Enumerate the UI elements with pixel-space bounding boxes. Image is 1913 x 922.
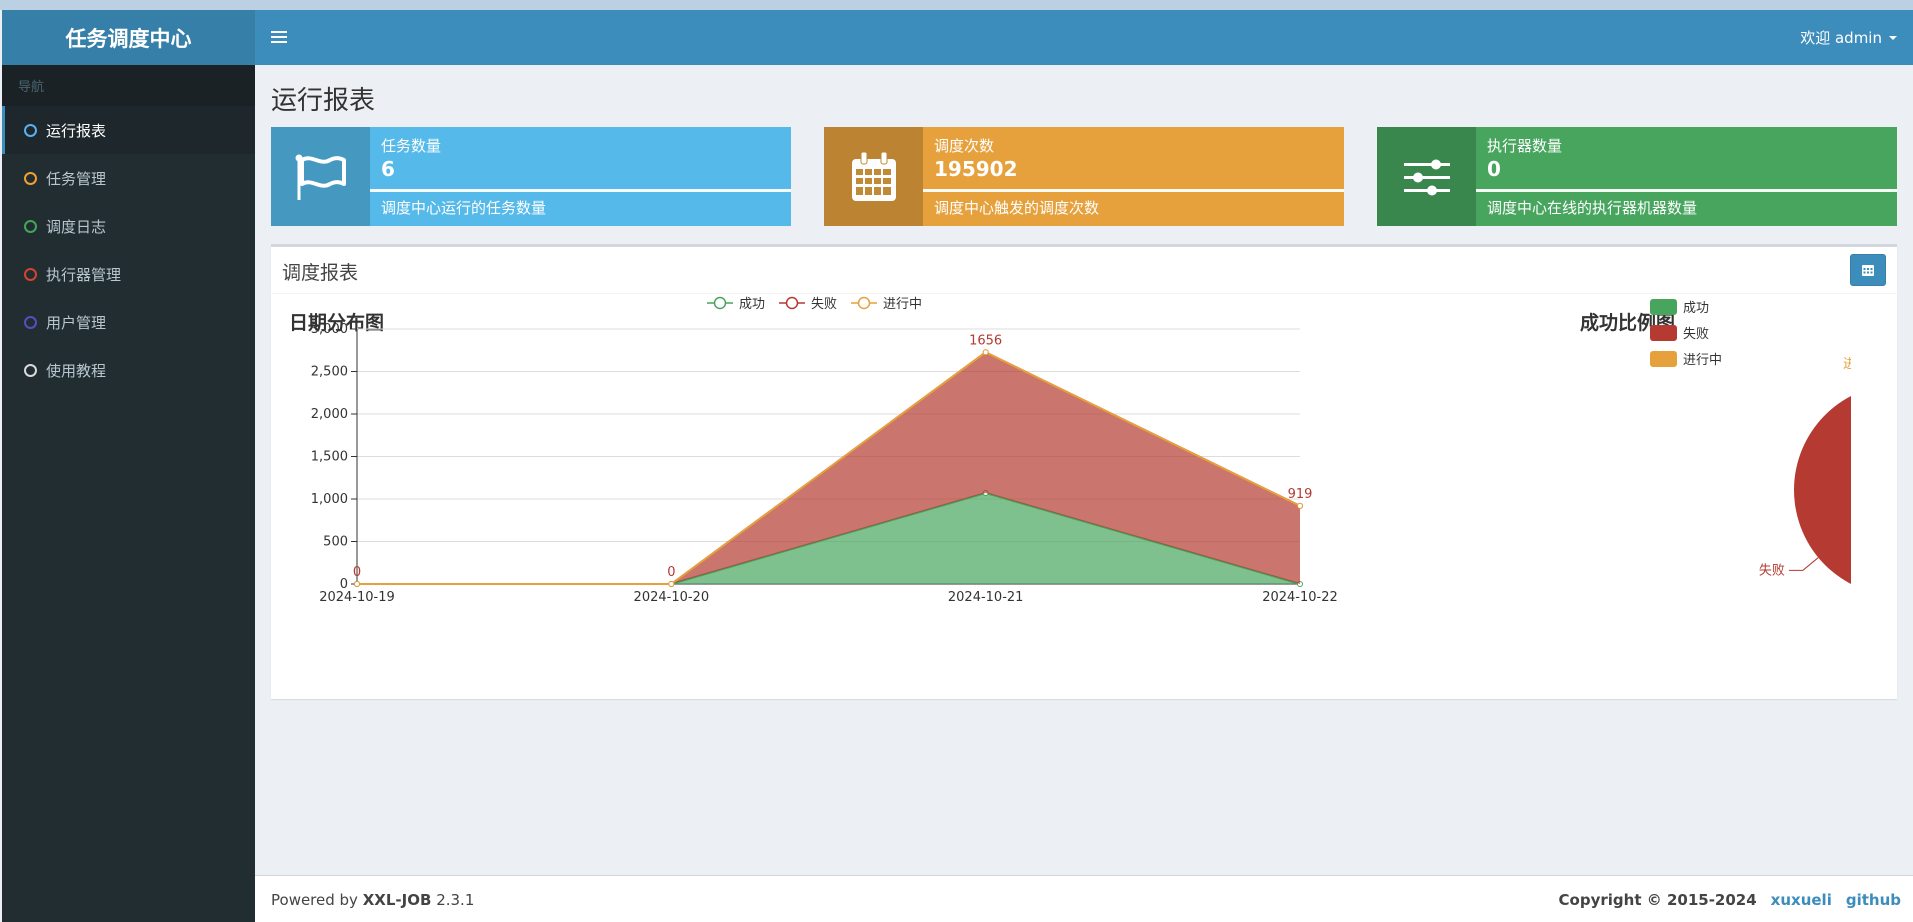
calendar-icon [824,127,923,226]
top-header: 欢迎 admin [255,10,1913,65]
nav-list: 运行报表任务管理调度日志执行器管理用户管理使用教程 [2,106,255,394]
info-desc: 调度中心运行的任务数量 [381,199,547,217]
github-link[interactable]: github [1846,891,1901,909]
data-point [354,581,360,587]
footer-powered: Powered by XXL-JOB 2.3.1 [271,876,474,922]
product-version: 2.3.1 [436,890,475,909]
sidebar-item[interactable]: 执行器管理 [2,250,255,298]
info-box-jobs: 任务数量 6 调度中心运行的任务数量 [271,127,791,226]
pie-label: 进行中 [1843,357,1851,372]
legend-label: 进行中 [883,297,922,312]
data-label: 0 [667,565,675,580]
legend-swatch [1650,299,1677,315]
pie-label: 失败 [1759,563,1785,578]
date-distribution-chart: 0 500 1,000 1,500 2,000 2,500 3,000 2024-10-19 2… [311,296,1338,605]
info-number: 0 [1487,157,1501,181]
data-label: 1656 [969,333,1002,348]
date-range-button[interactable] [1850,254,1886,286]
sidebar-item-label: 运行报表 [46,121,107,140]
sidebar-item-label: 使用教程 [46,361,107,380]
y-tick-label: 500 [323,535,348,550]
footer-copyright: Copyright © 2015-2024 xuxueli github [1559,876,1901,922]
sidebar: 任务调度中心 导航 运行报表任务管理调度日志执行器管理用户管理使用教程 [2,10,255,922]
circle-icon [24,363,37,377]
data-label: 919 [1288,487,1313,502]
progress-bar [370,189,791,192]
data-label: 0 [353,565,361,580]
sidebar-item[interactable]: 使用教程 [2,346,255,394]
app-logo[interactable]: 任务调度中心 [2,10,255,65]
info-label: 任务数量 [381,137,442,155]
circle-icon [24,315,37,329]
sidebar-item-label: 调度日志 [46,217,107,236]
flag-icon [271,127,370,226]
circle-icon [24,171,37,185]
legend-label: 进行中 [1683,353,1722,368]
info-box-triggers: 调度次数 195902 调度中心触发的调度次数 [824,127,1344,226]
sidebar-item[interactable]: 任务管理 [2,154,255,202]
x-tick-label: 2024-10-19 [319,590,395,605]
info-number: 6 [381,157,395,181]
circle-icon [24,219,37,233]
legend-label: 成功 [1683,301,1709,316]
legend-marker [713,296,727,310]
info-desc: 调度中心触发的调度次数 [934,199,1100,217]
sidebar-item-label: 执行器管理 [46,265,122,284]
footer: Powered by XXL-JOB 2.3.1 Copyright © 201… [255,875,1913,922]
pie-leader-line [1788,557,1819,571]
y-tick-label: 2,000 [311,407,348,422]
legend-swatch [1650,325,1677,341]
y-tick-label: 1,000 [311,492,348,507]
info-label: 调度次数 [934,137,995,155]
welcome-text: 欢迎 admin [1800,29,1882,47]
product-name: XXL-JOB [362,890,432,909]
sidebar-item-label: 用户管理 [46,313,107,332]
legend-marker [785,296,799,310]
legend-marker [857,296,871,310]
circle-icon [24,123,37,137]
y-tick-label: 3,000 [311,322,348,337]
sliders-icon [1377,127,1476,226]
page-title: 运行报表 [271,86,376,116]
powered-prefix: Powered by [271,890,358,909]
data-point [982,349,989,356]
success-ratio-chart: 成功失败进行中成功失败进行中 [1650,299,1851,584]
legend-label: 成功 [739,297,765,312]
sidebar-item[interactable]: 调度日志 [2,202,255,250]
circle-icon [24,267,37,281]
info-body: 任务数量 6 调度中心运行的任务数量 [370,127,791,226]
x-tick-label: 2024-10-22 [1262,590,1338,605]
author-link[interactable]: xuxueli [1771,891,1832,909]
legend-swatch [1650,351,1677,367]
report-box: 调度报表 日期分布图 成功比例图 0 500 1,000 1,500 2,000 2,50… [271,244,1897,699]
info-desc: 调度中心在线的执行器机器数量 [1487,199,1698,217]
info-body: 调度次数 195902 调度中心触发的调度次数 [923,127,1344,226]
user-menu[interactable]: 欢迎 admin [1800,10,1897,65]
caret-down-icon [1889,35,1897,40]
nav-header: 导航 [2,65,255,106]
copyright-text: Copyright © 2015-2024 [1558,890,1757,909]
info-label: 执行器数量 [1487,137,1563,155]
data-point [668,581,675,587]
info-box-executors: 执行器数量 0 调度中心在线的执行器机器数量 [1377,127,1897,226]
x-tick-label: 2024-10-21 [948,590,1024,605]
progress-bar [923,189,1344,192]
y-tick-label: 1,500 [311,450,348,465]
legend-label: 失败 [811,297,837,312]
x-tick-label: 2024-10-20 [634,590,710,605]
sidebar-item[interactable]: 用户管理 [2,298,255,346]
legend-label: 失败 [1683,327,1709,342]
info-body: 执行器数量 0 调度中心在线的执行器机器数量 [1476,127,1897,226]
report-title: 调度报表 [282,262,359,284]
sidebar-item-label: 任务管理 [46,169,107,188]
progress-bar [1476,189,1897,192]
calendar-icon [1862,265,1874,276]
pie-slice [1794,396,1851,584]
top-strip [0,0,1913,10]
y-tick-label: 2,500 [311,365,348,380]
sidebar-item[interactable]: 运行报表 [2,106,255,154]
info-number: 195902 [934,157,1018,181]
data-point [1297,502,1303,509]
menu-toggle-icon[interactable] [271,27,287,47]
